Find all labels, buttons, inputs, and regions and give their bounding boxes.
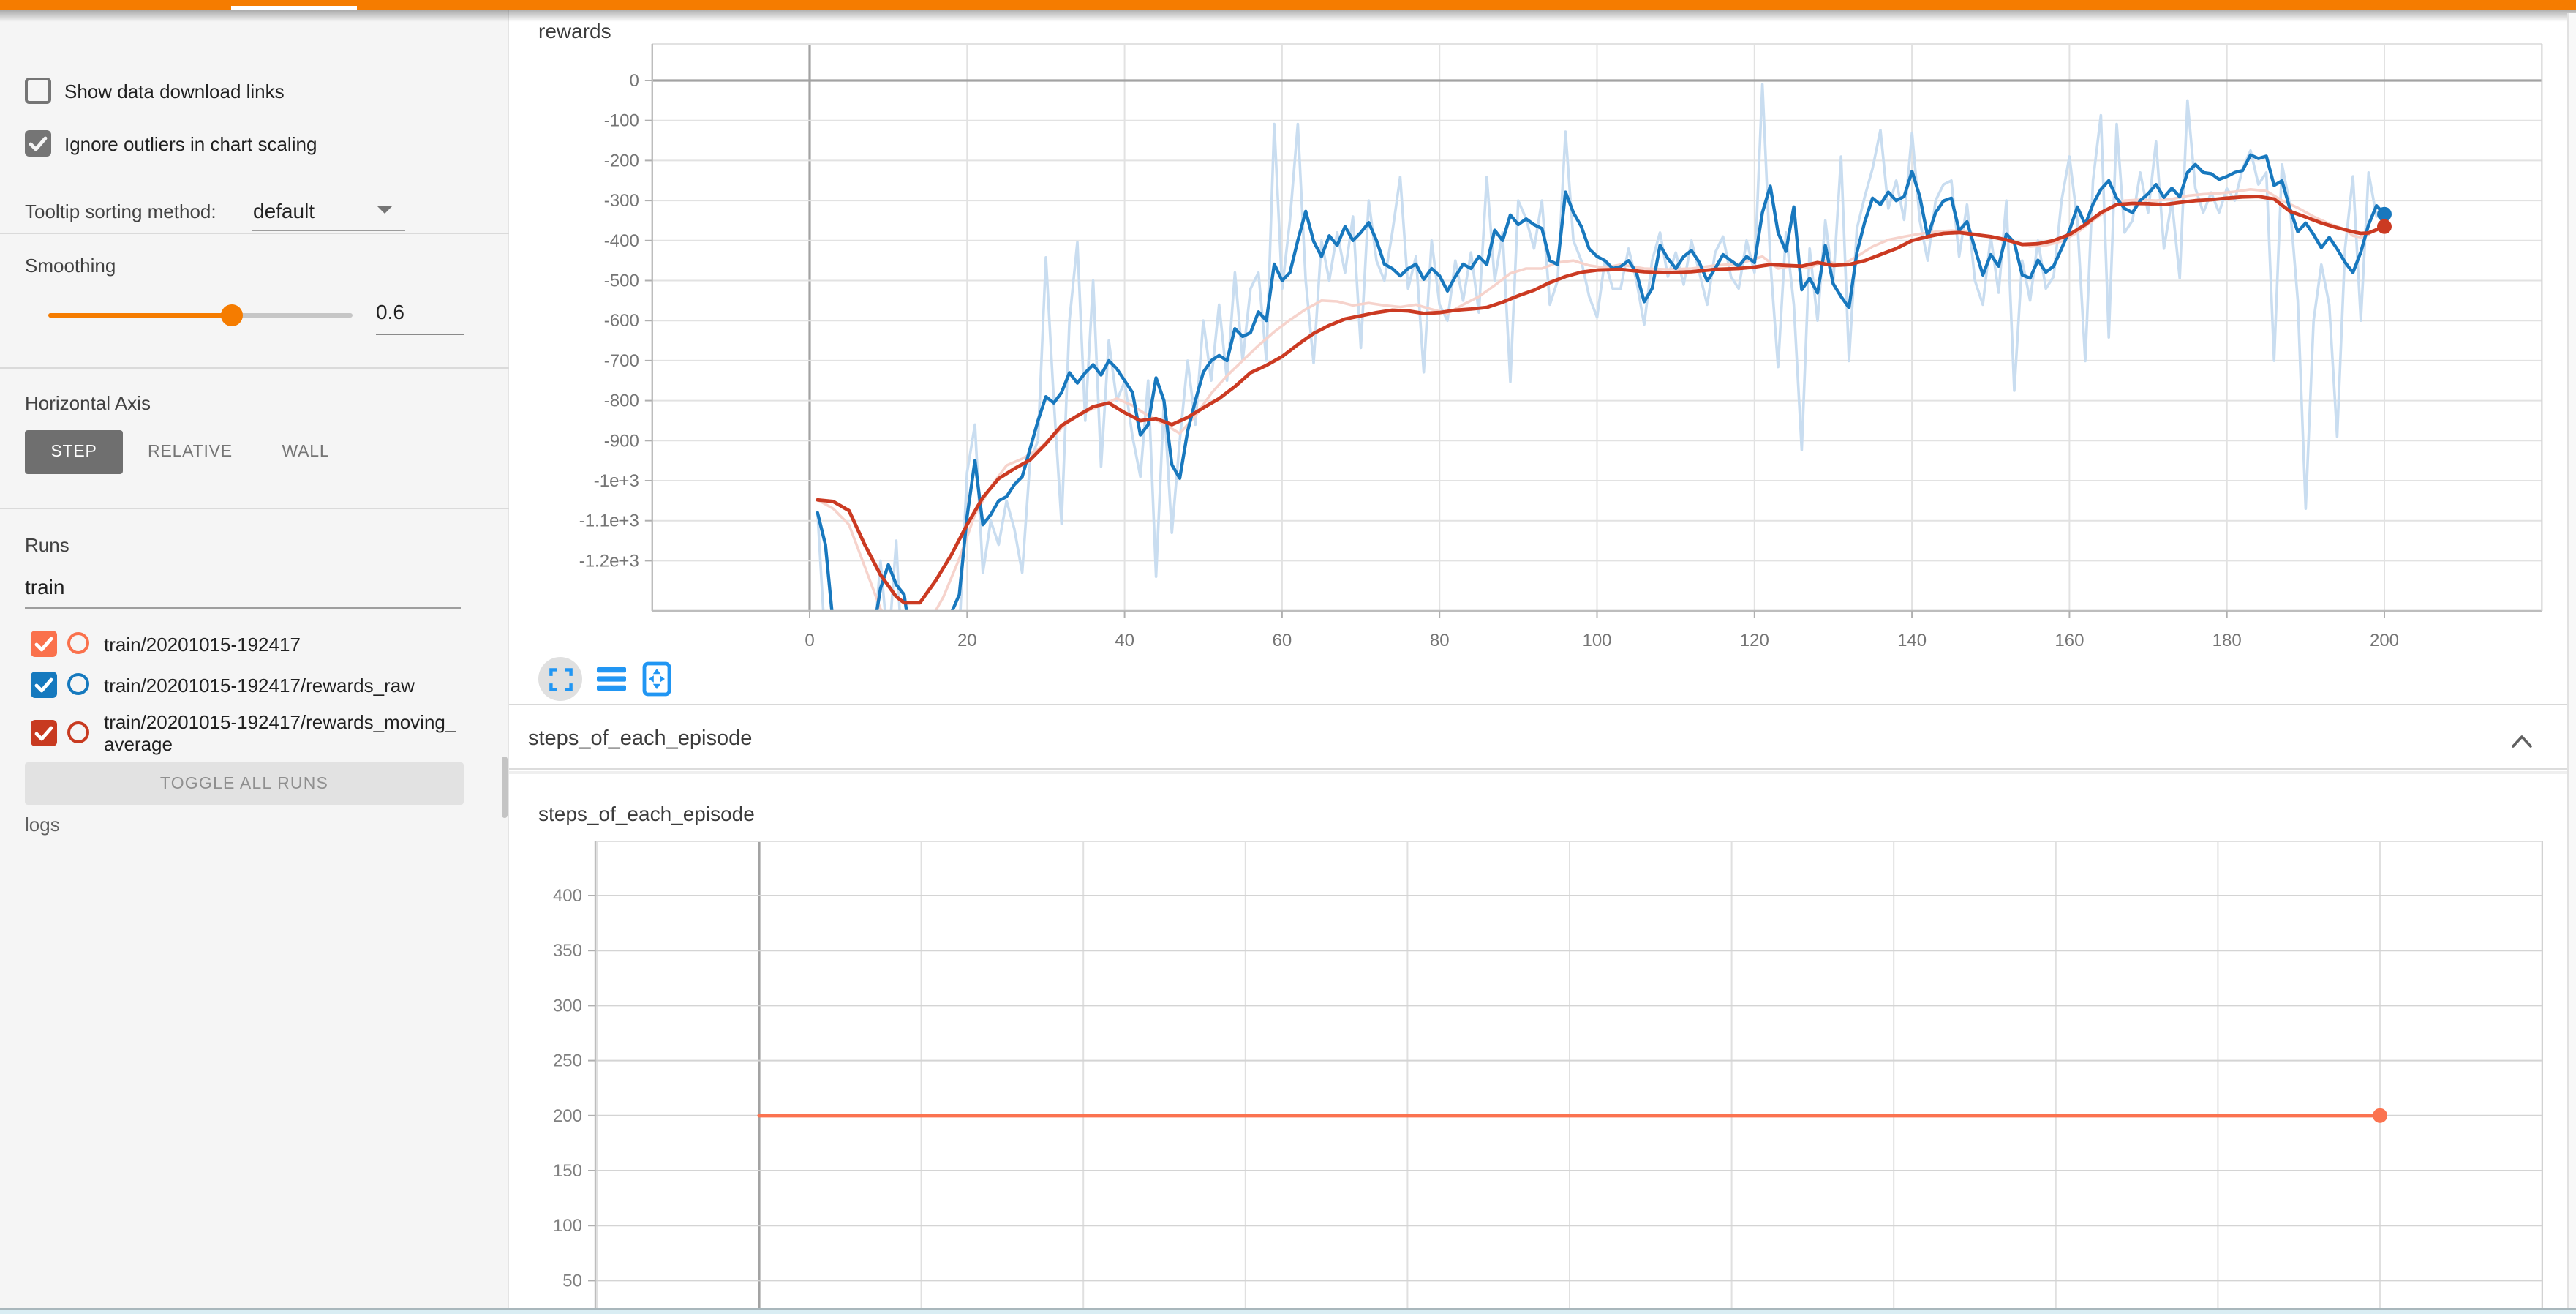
tooltip-sorting-label: Tooltip sorting method: (25, 200, 216, 222)
smoothing-slider-thumb[interactable] (221, 304, 243, 326)
svg-text:100: 100 (553, 1216, 582, 1236)
smoothing-label: Smoothing (25, 255, 116, 277)
svg-text:80: 80 (1430, 631, 1450, 650)
dropdown-caret-icon[interactable] (377, 206, 392, 214)
tensorboard-app: Show data download links Ignore outliers… (0, 0, 2576, 1314)
rewards-chart[interactable]: 0 -100 -200 -300 -400 -500 -600 -700 -800 -900 -1e… (511, 20, 2576, 705)
runs-label: Runs (25, 534, 69, 556)
app-header-bar (0, 0, 2576, 10)
check-icon (32, 673, 56, 697)
svg-text:-300: -300 (604, 191, 639, 211)
divider (0, 508, 509, 509)
run-name: train/20201015-192417/rewards_raw (104, 675, 464, 697)
smoothing-slider[interactable] (48, 313, 353, 317)
svg-text:0: 0 (629, 71, 639, 91)
settings-sidebar: Show data download links Ignore outliers… (0, 10, 509, 1314)
svg-text:60: 60 (1273, 631, 1292, 650)
divider (0, 233, 509, 234)
svg-text:400: 400 (553, 886, 582, 906)
section-title: steps_of_each_episode (528, 727, 752, 751)
svg-text:200: 200 (553, 1106, 582, 1126)
smoothing-slider-fill (48, 313, 231, 317)
divider (0, 367, 509, 369)
chevron-up-icon[interactable] (2512, 729, 2532, 755)
sidebar-scrollbar-thumb[interactable] (502, 757, 508, 818)
axis-relative-button[interactable]: RELATIVE (140, 430, 240, 474)
svg-text:-700: -700 (604, 351, 639, 371)
tooltip-sorting-underline (252, 230, 405, 231)
chart-toolbar (538, 656, 673, 702)
svg-text:20: 20 (957, 631, 977, 650)
check-icon (32, 632, 56, 656)
run-color-circle[interactable] (67, 721, 89, 743)
svg-text:0: 0 (805, 631, 814, 650)
run-row: train/20201015-192417/rewards_moving_ave… (0, 710, 509, 759)
tooltip-sorting-dropdown[interactable]: default (253, 199, 315, 222)
svg-text:-200: -200 (604, 151, 639, 170)
show-data-download-links-label: Show data download links (64, 80, 285, 102)
run-color-circle[interactable] (67, 632, 89, 654)
svg-text:160: 160 (2055, 631, 2084, 650)
run-row: train/20201015-192417/rewards_raw (0, 672, 509, 701)
check-icon (26, 132, 50, 155)
runs-filter-underline (25, 607, 461, 609)
run-name: train/20201015-192417/rewards_moving_ave… (104, 711, 464, 755)
run-checkbox[interactable] (31, 631, 57, 657)
fit-domain-to-data-icon[interactable] (641, 663, 673, 695)
run-color-circle[interactable] (67, 673, 89, 695)
vertical-scrollbar-track[interactable] (2567, 13, 2576, 1308)
svg-text:-1.2e+3: -1.2e+3 (579, 551, 639, 571)
ignore-outliers-checkbox[interactable] (25, 130, 51, 157)
svg-text:40: 40 (1115, 631, 1134, 650)
axis-step-button[interactable]: STEP (25, 430, 123, 474)
svg-text:150: 150 (553, 1161, 582, 1181)
svg-text:-100: -100 (604, 111, 639, 131)
svg-text:-800: -800 (604, 391, 639, 411)
active-tab-indicator (231, 6, 357, 10)
divider (509, 771, 2576, 774)
runs-filter-input[interactable] (25, 575, 458, 598)
run-name: train/20201015-192417 (104, 634, 464, 656)
svg-text:100: 100 (1582, 631, 1611, 650)
smoothing-value-input[interactable] (376, 300, 464, 323)
steps-of-each-episode-chart[interactable]: 400 350 300 250 200 150 100 50 (511, 774, 2576, 1314)
header-shadow (0, 10, 2576, 22)
svg-text:120: 120 (1740, 631, 1769, 650)
svg-text:50: 50 (562, 1271, 582, 1291)
svg-text:-400: -400 (604, 231, 639, 251)
expand-chart-icon[interactable] (538, 657, 582, 701)
check-icon (32, 721, 56, 745)
steps-chart-title: steps_of_each_episode (538, 802, 755, 825)
show-data-download-links-checkbox[interactable] (25, 78, 51, 104)
svg-text:350: 350 (553, 941, 582, 961)
svg-text:-600: -600 (604, 311, 639, 331)
svg-text:140: 140 (1897, 631, 1927, 650)
svg-text:180: 180 (2212, 631, 2242, 650)
svg-text:-500: -500 (604, 271, 639, 291)
svg-text:250: 250 (553, 1051, 582, 1071)
toggle-all-runs-button[interactable]: TOGGLE ALL RUNS (25, 762, 464, 805)
toggle-log-scale-icon[interactable] (595, 663, 628, 695)
svg-text:300: 300 (553, 996, 582, 1015)
run-checkbox[interactable] (31, 672, 57, 698)
run-checkbox[interactable] (31, 720, 57, 746)
runs-group-logs-label: logs (25, 814, 60, 836)
horizontal-scrollbar-edge[interactable] (0, 1308, 2576, 1314)
axis-wall-button[interactable]: WALL (263, 430, 348, 474)
run-row: train/20201015-192417 (0, 631, 509, 660)
horizontal-axis-label: Horizontal Axis (25, 392, 151, 414)
svg-text:-900: -900 (604, 431, 639, 451)
svg-text:200: 200 (2370, 631, 2399, 650)
ignore-outliers-label: Ignore outliers in chart scaling (64, 133, 317, 155)
smoothing-value-underline (376, 334, 464, 335)
svg-text:-1.1e+3: -1.1e+3 (579, 511, 639, 531)
section-header-steps-of-each-episode[interactable]: steps_of_each_episode (509, 705, 2576, 770)
svg-text:-1e+3: -1e+3 (594, 471, 639, 491)
